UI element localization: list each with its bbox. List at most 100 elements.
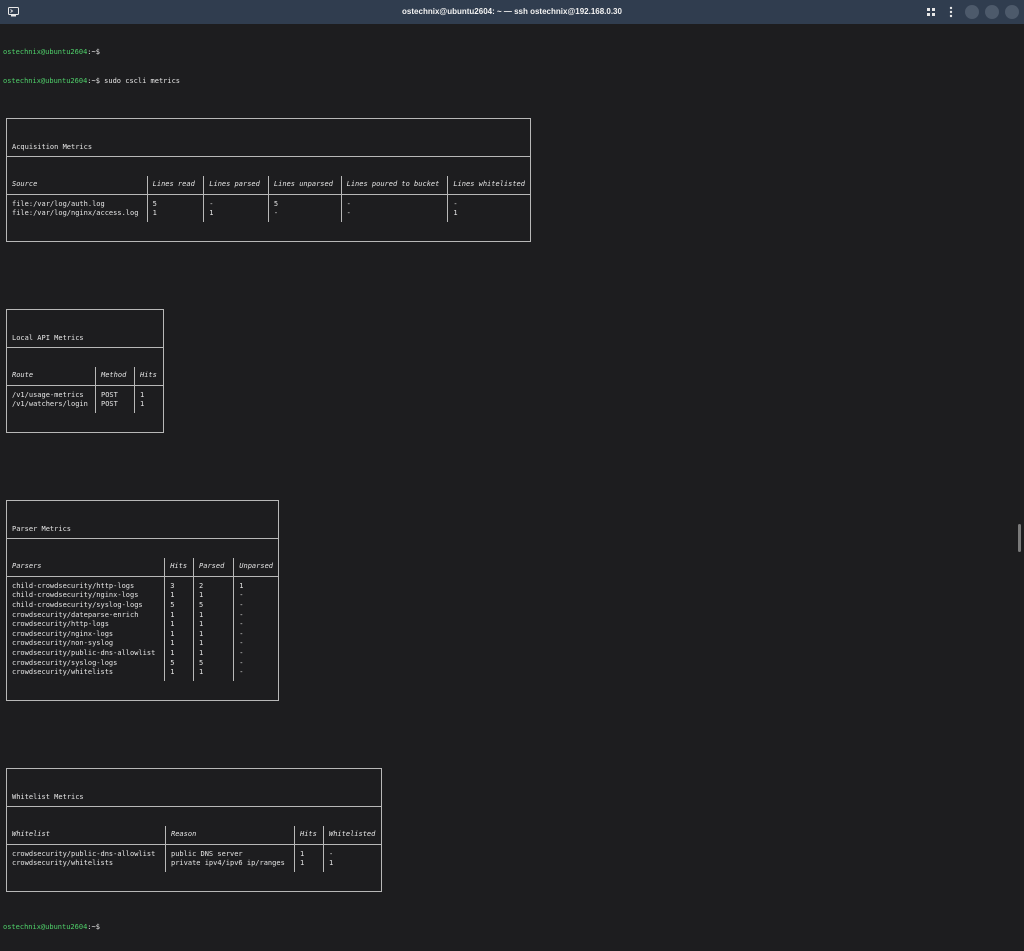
table-cell: file:/var/log/auth.log [7,194,148,210]
column-header: Parsed [193,557,235,577]
table-cell: 5 [193,601,235,611]
table-row: file:/var/log/auth.log 5 - 5 - - [7,194,530,210]
table-row: crowdsecurity/non-syslog 1 1- [7,639,278,650]
table-cell: 3 [164,576,195,592]
table-cell: 1 [294,844,324,860]
column-header: Source [7,175,148,195]
table-cell: 1 [164,591,195,602]
table-cell: 1 [164,639,195,650]
column-header: Hits [134,366,163,386]
prompt-user-host: ostechnix@ubuntu2604 [3,922,88,931]
table-row: child-crowdsecurity/http-logs 3 2 1 [7,576,278,592]
table-cell: 1 [193,639,235,650]
table-row: crowdsecurity/http-logs 1 1- [7,620,278,630]
table-cell: 1 [239,581,244,590]
table-cell: crowdsecurity/public-dns-allowlist [7,649,166,659]
table-cell: child-crowdsecurity/syslog-logs [7,601,166,611]
table-cell: 1 [453,209,458,218]
table-cell: 2 [193,576,235,592]
table-cell: /v1/watchers/login [7,400,96,413]
table-cell: POST [95,385,135,401]
kebab-menu-icon[interactable] [943,4,959,20]
table-cell: child-crowdsecurity/http-logs [7,576,166,592]
table-cell: 5 [164,601,195,611]
table-cell: 5 [147,194,205,210]
table-cell: 1 [193,668,235,681]
table-cell: 5 [268,194,342,210]
terminal-area[interactable]: ostechnix@ubuntu2604:~$ ostechnix@ubuntu… [0,24,1024,931]
table-row: crowdsecurity/nginx-logs 1 1- [7,629,278,640]
prompt-path: :~$ [87,76,100,85]
prompt-path: :~$ [87,48,100,56]
table-cell: private ipv4/ipv6 ip/ranges [165,859,295,872]
table-cell: - [239,629,244,638]
table-cell: crowdsecurity/non-syslog [7,639,166,650]
table-cell: 5 [164,658,195,669]
column-header: Whitelist [7,825,166,845]
prompt-user-host: ostechnix@ubuntu2604 [3,48,88,56]
table-cell: crowdsecurity/http-logs [7,620,166,630]
table-cell: - [239,591,244,600]
minimize-button[interactable] [965,5,979,19]
acquisition-title: Acquisition Metrics [7,138,530,157]
table-cell: 1 [164,649,195,659]
table-cell: crowdsecurity/dateparse-enrich [7,610,166,621]
table-cell: crowdsecurity/whitelists [7,668,166,681]
column-header: Lines poured to bucket [341,175,449,195]
local-api-metrics-table: Local API Metrics Route Method Hits /v1/… [6,308,164,433]
table-header-row: Route Method Hits [7,366,163,386]
close-button[interactable] [1005,5,1019,19]
column-header: Method [95,366,135,386]
table-cell: - [341,209,449,222]
table-cell: 1 [193,620,235,630]
column-header: Lines whitelisted [447,175,530,195]
table-row: /v1/usage-metrics POST 1 [7,385,163,401]
table-cell: public DNS server [165,844,295,860]
table-cell: - [453,199,458,208]
maximize-button[interactable] [985,5,999,19]
column-header: Reason [165,825,295,845]
table-cell: 1 [193,649,235,659]
table-row: crowdsecurity/whitelists 1 1- [7,668,278,681]
table-cell: crowdsecurity/whitelists [7,859,166,872]
column-header: Lines unparsed [268,175,342,195]
table-cell: 1 [164,668,195,681]
table-cell: - [239,658,244,667]
table-row: file:/var/log/nginx/access.log 1 1 - - 1 [7,209,530,222]
column-header: Parsers [7,557,166,577]
table-cell: crowdsecurity/nginx-logs [7,629,166,640]
parser-metrics-table: Parser Metrics Parsers Hits Parsed Unpar… [6,499,279,701]
table-row: crowdsecurity/whitelists private ipv4/ip… [7,859,381,872]
table-cell: crowdsecurity/syslog-logs [7,658,166,669]
table-cell: 1 [164,629,195,640]
column-header: Hits [294,825,324,845]
prompt-line: ostechnix@ubuntu2604:~$ [3,923,531,933]
column-header: Unparsed [233,557,278,577]
local-api-title: Local API Metrics [7,329,163,348]
grid-icon[interactable] [923,4,939,20]
scrollbar[interactable] [1018,524,1021,552]
acquisition-metrics-table: Acquisition Metrics Source Lines read Li… [6,117,531,242]
parser-title: Parser Metrics [7,520,278,539]
table-cell: POST [95,400,135,413]
column-header: Route [7,366,96,386]
table-cell: - [341,194,449,210]
table-cell: file:/var/log/nginx/access.log [7,209,148,222]
table-cell: - [203,194,269,210]
table-cell: - [239,639,244,648]
table-cell: 1 [329,859,334,868]
table-row: crowdsecurity/public-dns-allowlist publi… [7,844,381,860]
table-cell: 1 [193,591,235,602]
table-row: crowdsecurity/dateparse-enrich 1 1- [7,610,278,621]
table-cell: 1 [203,209,269,222]
table-cell: 1 [147,209,205,222]
table-row: crowdsecurity/syslog-logs 5 5- [7,658,278,669]
command-line: ostechnix@ubuntu2604:~$ sudo cscli metri… [3,77,531,87]
table-cell: - [239,601,244,610]
table-cell: 1 [193,610,235,621]
table-cell: 1 [140,400,145,409]
table-cell: child-crowdsecurity/nginx-logs [7,591,166,602]
table-cell: /v1/usage-metrics [7,385,96,401]
table-cell: - [239,620,244,629]
prompt-user-host: ostechnix@ubuntu2604 [3,76,88,85]
